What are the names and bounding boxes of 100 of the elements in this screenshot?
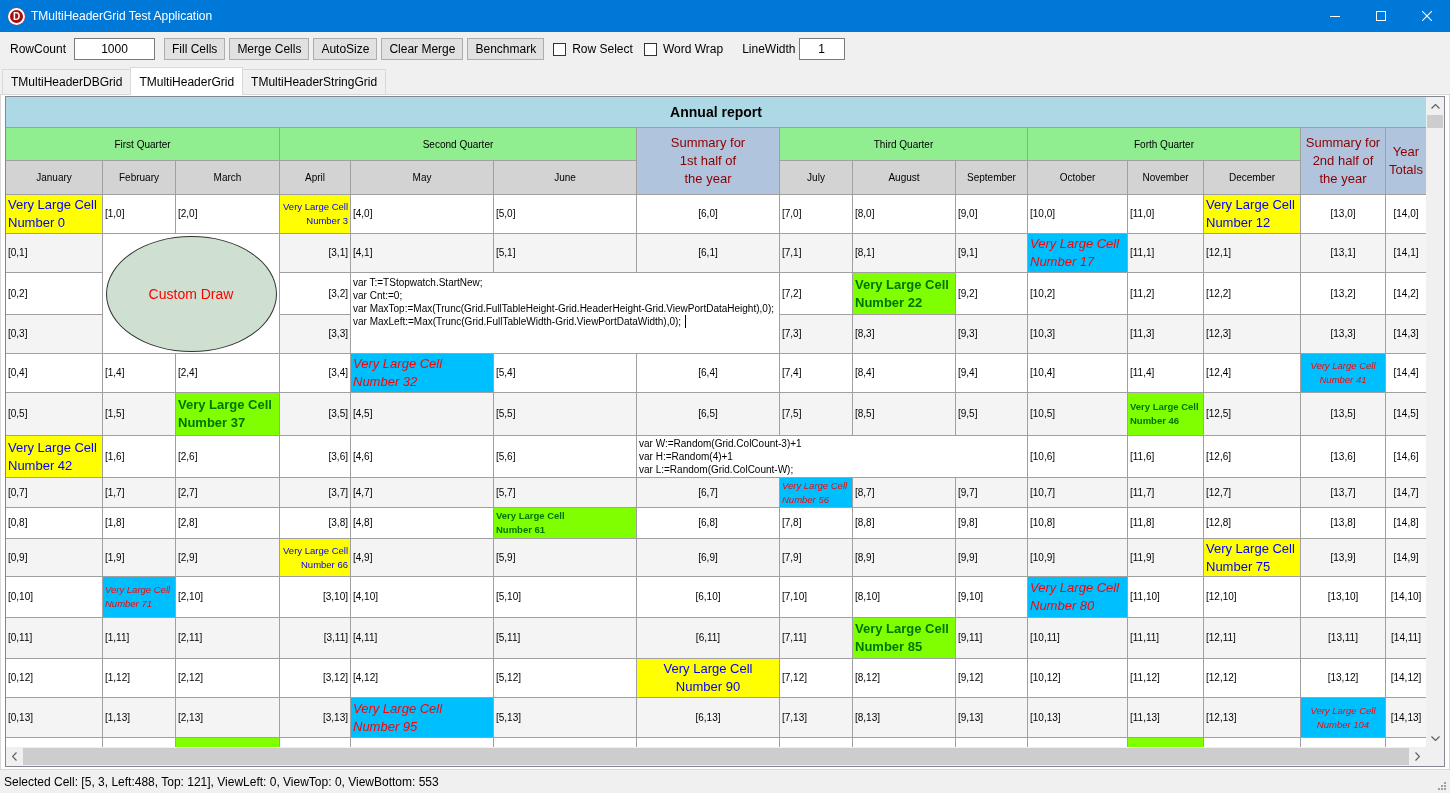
table-cell: [10,4] [1028,354,1127,392]
table-cell: [2,13] [176,698,279,737]
number-field[interactable]: 1000 [74,38,156,60]
table-cell: [14,0] [1386,195,1426,233]
table-cell: [14,8] [1386,508,1426,538]
checkbox[interactable] [553,42,567,56]
table-cell: [11,9] [1128,539,1203,576]
table-cell: [13,2] [1301,273,1385,314]
scrollbar-thumb[interactable] [1427,115,1443,128]
table-cell: [9,5] [956,393,1027,435]
table-cell: Very Large Cell Number 46 [1128,393,1203,435]
table-cell: [4,9] [351,539,493,576]
table-cell: Very Large Cell Number 0 [6,195,102,233]
table-cell: [13,7] [1301,478,1385,507]
table-cell: [3,8] [280,508,350,538]
table-cell: [0,4] [6,354,102,392]
table-cell: [1,4] [103,354,175,392]
table-cell: [7,9] [780,539,852,576]
table-cell: [9,9] [956,539,1027,576]
column-header: August [853,161,955,194]
table-cell: [6,7] [637,478,779,507]
table-cell: [11,7] [1128,478,1203,507]
column-header: December [1204,161,1300,194]
table-cell: [12,3] [1204,315,1300,353]
table-cell: [14,9] [1386,539,1426,576]
table-cell: [14,12] [1386,659,1426,697]
checkbox-label: Word Wrap [662,42,724,56]
table-cell: [9,0] [956,195,1027,233]
table-cell: [8,8] [853,508,955,538]
table-cell: [13,8] [1301,508,1385,538]
table-cell: [12,10] [1204,577,1300,617]
table-cell: Very Large Cell Number 104 [1301,698,1385,737]
table-cell: [1,12] [103,659,175,697]
toolbar-button[interactable]: Clear Merge [381,38,464,60]
table-cell: [14,10] [1386,577,1426,617]
table-cell: [3,5] [280,393,350,435]
table-cell: [6,1] [637,234,779,272]
tab[interactable]: TMultiHeaderStringGrid [242,69,387,94]
tab[interactable]: TMultiHeaderGrid [130,67,244,95]
table-cell: [3,13] [280,698,350,737]
table-cell: [0,7] [6,478,102,507]
vertical-scrollbar[interactable] [1426,97,1444,747]
column-header: Year Totals [1386,128,1426,194]
table-cell: [6,5] [637,393,779,435]
toolbar-button[interactable]: Benchmark [467,38,545,60]
toolbar-button[interactable]: AutoSize [313,38,378,60]
table-cell: [11,6] [1128,436,1203,477]
table-cell: Very Large Cell Number 42 [6,436,102,477]
table-cell: Very Large Cell Number 41 [1301,354,1385,392]
table-cell [780,738,852,747]
table-cell: [7,10] [780,577,852,617]
window-title: TMultiHeaderGrid Test Application [31,9,213,23]
table-cell: [4,0] [351,195,493,233]
table-cell: [0,3] [6,315,102,353]
table-cell: [5,1] [494,234,636,272]
table-cell: [4,12] [351,659,493,697]
table-cell: [14,6] [1386,436,1426,477]
table-cell: [10,12] [1028,659,1127,697]
table-cell: [10,7] [1028,478,1127,507]
table-cell: [11,2] [1128,273,1203,314]
table-cell: [8,12] [853,659,955,697]
table-cell: [4,1] [351,234,493,272]
table-cell: [9,1] [956,234,1027,272]
status-text: Selected Cell: [5, 3, Left:488, Top: 121], ViewLeft: 0, ViewTop: 0, ViewBottom: 553 [4,774,439,789]
table-cell: [5,9] [494,539,636,576]
number-field[interactable]: 1 [798,38,845,60]
table-cell: [8,1] [853,234,955,272]
size-grip-icon [1437,781,1446,790]
table-cell: [5,13] [494,698,636,737]
table-cell: [13,0] [1301,195,1385,233]
table-cell: [5,7] [494,478,636,507]
column-header: January [6,161,102,194]
table-cell: [3,3] [280,315,350,353]
table-cell: [7,0] [780,195,852,233]
table-cell: [6,0] [637,195,779,233]
column-header: Summary for 2nd half of the year [1301,128,1385,194]
table-cell: [13,5] [1301,393,1385,435]
table-cell: [9,13] [956,698,1027,737]
table-cell: Very Large Cell Number 85 [853,618,955,658]
table-cell: [3,6] [280,436,350,477]
cell-editor[interactable]: var T:=TStopwatch.StartNew; var Cnt:=0; var MaxTop:=Max(Trunc(Grid.FullTableHeight-Grid.HeaderHeight-Grid.ViewPortDataHeight),0); var MaxLeft:=Max(Trunc(Grid.FullTableWidth-Grid.ViewPortDataWidth),0); [351,273,779,353]
table-cell: [0,10] [6,577,102,617]
tab[interactable]: TMultiHeaderDBGrid [2,69,132,94]
table-cell: [6,8] [637,508,779,538]
minimize-icon [1330,15,1340,17]
table-cell: [12,8] [1204,508,1300,538]
table-cell: [1,13] [103,698,175,737]
checkbox[interactable] [643,42,657,56]
table-cell [280,738,350,747]
table-cell: [14,13] [1386,698,1426,737]
column-group-header: Forth Quarter [1028,128,1300,160]
table-cell: [2,4] [176,354,279,392]
table-cell: [12,1] [1204,234,1300,272]
table-cell: [5,10] [494,577,636,617]
toolbar-button[interactable]: Merge Cells [229,38,310,60]
table-cell: [6,9] [637,539,779,576]
table-cell: [2,9] [176,539,279,576]
toolbar-button[interactable]: Fill Cells [164,38,226,60]
table-cell: [3,7] [280,478,350,507]
table-cell: [11,10] [1128,577,1203,617]
